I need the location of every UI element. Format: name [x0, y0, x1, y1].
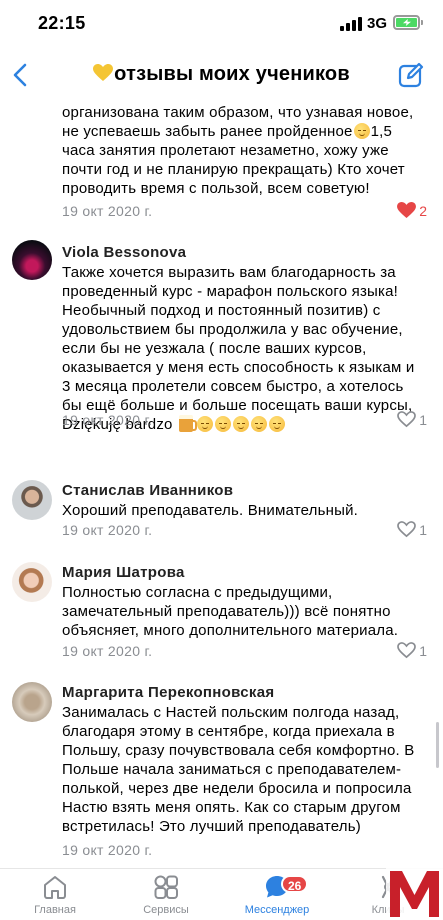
heart-filled-icon [397, 202, 417, 219]
like-button[interactable]: 2 [397, 202, 427, 219]
signal-icon [340, 17, 362, 31]
avatar[interactable] [12, 562, 52, 602]
yellow-heart-icon [93, 64, 114, 81]
message-text-main: Также хочется выразить вам благодарность… [62, 264, 415, 414]
like-count: 1 [419, 521, 427, 538]
smile-emoji-icon [214, 416, 231, 432]
smile-emoji-icon [268, 416, 285, 432]
status-bar: 22:15 3G [0, 0, 443, 50]
tab-home[interactable]: Главная [15, 873, 95, 916]
message-text: Также хочется выразить вам благодарность… [62, 263, 417, 434]
scrollbar[interactable] [436, 722, 439, 768]
tab-label: Сервисы [143, 904, 189, 916]
message-date: 19 окт 2020 г. [62, 412, 153, 428]
message-list[interactable]: организована таким образом, что узнавая … [0, 100, 443, 868]
like-count: 2 [419, 202, 427, 219]
nav-bar: отзывы моих учеников [0, 50, 443, 100]
author-name[interactable]: Мария Шатрова [62, 564, 185, 581]
heart-outline-icon [397, 642, 417, 659]
message-text: организована таким образом, что узнавая … [62, 103, 417, 198]
battery-cap [421, 20, 423, 25]
avatar[interactable] [12, 682, 52, 722]
smile-emoji-icon [250, 416, 267, 432]
smile-emoji-icon [353, 123, 370, 139]
battery-icon [393, 15, 420, 30]
heart-outline-icon [397, 411, 417, 428]
like-button[interactable]: 1 [397, 521, 427, 538]
edit-icon [398, 62, 424, 88]
tab-messenger[interactable]: 26 Мессенджер [237, 873, 317, 916]
message-text: Хороший преподаватель. Внимательный. [62, 502, 359, 519]
status-time: 22:15 [38, 13, 86, 33]
message-date: 19 окт 2020 г. [62, 842, 153, 858]
message-date: 19 окт 2020 г. [62, 522, 153, 538]
tab-bar: Главная Сервисы 26 Мессенджер Клипы [0, 868, 443, 920]
network-type: 3G [367, 15, 388, 32]
author-name[interactable]: Станислав Иванников [62, 482, 233, 499]
page-title: отзывы моих учеников [0, 63, 443, 86]
tab-label: Главная [34, 904, 76, 916]
tab-label: Мессенджер [244, 904, 310, 916]
like-count: 1 [419, 411, 427, 428]
tab-services[interactable]: Сервисы [126, 873, 206, 916]
like-button[interactable]: 1 [397, 411, 427, 428]
avatar[interactable] [12, 240, 52, 280]
author-name[interactable]: Viola Bessonova [62, 244, 186, 261]
compose-button[interactable] [398, 62, 424, 88]
beer-emoji-icon [178, 415, 197, 432]
m-logo-watermark [386, 865, 443, 920]
heart-outline-icon [397, 521, 417, 538]
avatar[interactable] [12, 480, 52, 520]
smile-emoji-icon [232, 416, 249, 432]
message-date: 19 окт 2020 г. [62, 643, 153, 659]
message-date: 19 окт 2020 г. [62, 203, 153, 219]
author-name[interactable]: Маргарита Перекопновская [62, 684, 274, 701]
message-text: Занималась с Настей польским полгода наз… [62, 704, 415, 835]
like-count: 1 [419, 642, 427, 659]
like-button[interactable]: 1 [397, 642, 427, 659]
page-title-text: отзывы моих учеников [114, 63, 350, 85]
home-icon [44, 876, 66, 899]
grid-icon [154, 875, 178, 899]
smile-emoji-icon [196, 416, 213, 432]
unread-badge: 26 [281, 875, 309, 893]
message-text: Полностью согласна с предыдущими, замеча… [62, 584, 399, 639]
